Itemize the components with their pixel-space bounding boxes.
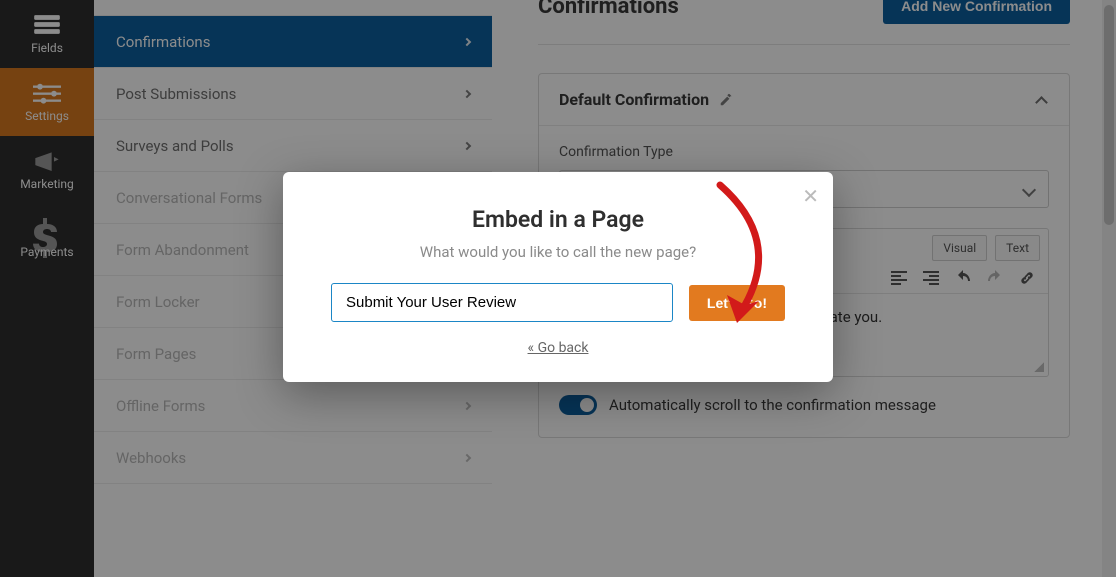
embed-modal: ✕ Embed in a Page What would you like to…: [283, 172, 833, 382]
modal-title: Embed in a Page: [331, 206, 785, 233]
lets-go-button[interactable]: Let's Go!: [689, 285, 785, 321]
modal-overlay: ✕ Embed in a Page What would you like to…: [0, 0, 1116, 577]
modal-subtitle: What would you like to call the new page…: [331, 243, 785, 261]
go-back-link[interactable]: « Go back: [528, 340, 589, 356]
page-name-input[interactable]: [331, 283, 673, 322]
close-icon[interactable]: ✕: [802, 184, 819, 208]
